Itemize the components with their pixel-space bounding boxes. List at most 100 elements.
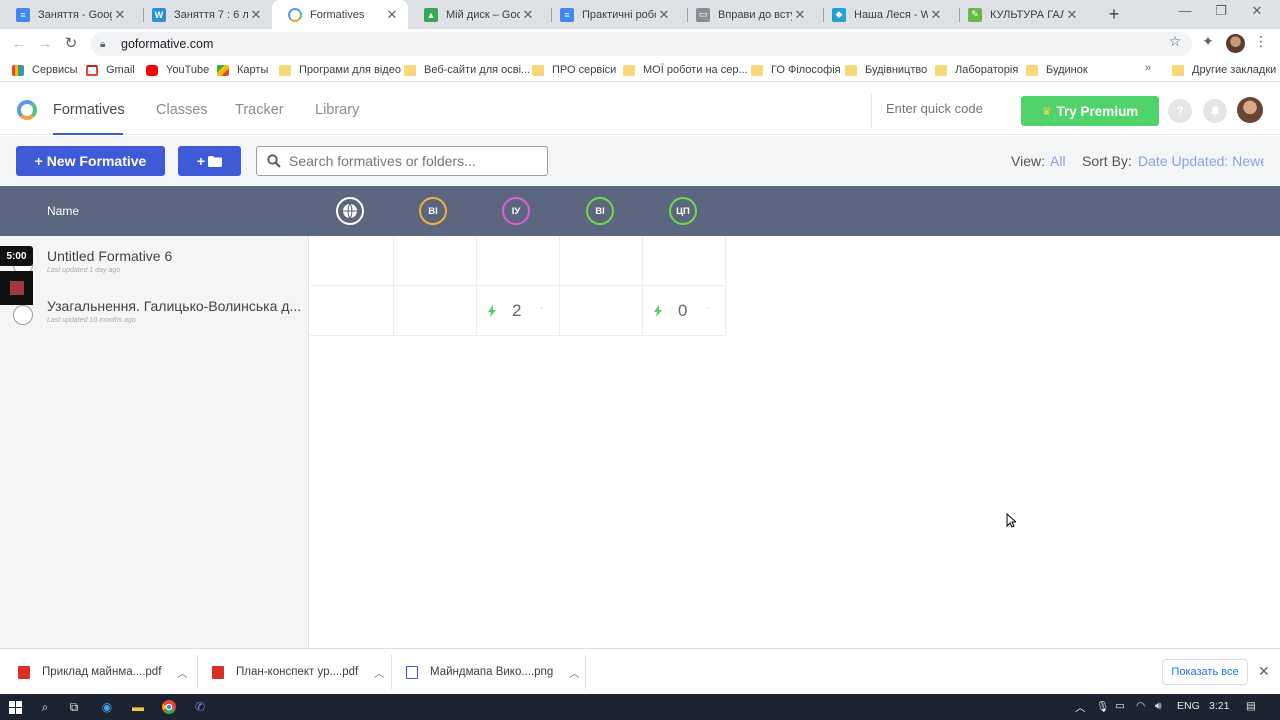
bookmark-folder[interactable]: ГО Філософія: [751, 62, 841, 78]
class-badge[interactable]: ІУ: [502, 197, 530, 225]
chevron-up-icon[interactable]: ︿: [569, 665, 579, 680]
globe-icon[interactable]: [336, 197, 364, 225]
show-all-downloads-button[interactable]: Показать все: [1162, 659, 1248, 685]
bookmark-folder[interactable]: Програми для відео: [279, 62, 401, 78]
notification-center-icon[interactable]: ▤: [1246, 700, 1256, 712]
reload-icon[interactable]: ↻: [60, 33, 82, 55]
formative-title[interactable]: Untitled Formative 6: [47, 248, 305, 264]
search-input[interactable]: [289, 153, 539, 169]
download-item[interactable]: Приклад майнма....pdf ︿: [18, 649, 187, 695]
window-close-icon[interactable]: ✕: [1242, 3, 1272, 19]
stop-recording-button[interactable]: [0, 271, 33, 305]
grid-cell[interactable]: [642, 236, 726, 286]
tab-google-drive[interactable]: ▲ Мій диск – Google ✕: [408, 0, 544, 29]
select-radio[interactable]: [13, 305, 33, 325]
bookmark-gmail[interactable]: Gmail: [86, 62, 135, 78]
tab-google-docs[interactable]: ≡ Заняття - Google Д ✕: [0, 0, 136, 29]
bookmark-folder[interactable]: Веб-сайти для осві...: [404, 62, 530, 78]
nav-tracker[interactable]: Tracker: [235, 86, 284, 135]
restore-icon[interactable]: ❐: [1206, 3, 1236, 19]
volume-icon[interactable]: 🔊︎: [1155, 700, 1162, 713]
tray-chevron-icon[interactable]: ︿: [1075, 700, 1086, 715]
battery-icon[interactable]: ▭: [1115, 700, 1125, 712]
tab-wordwall-lesson[interactable]: W Заняття 7 : 6 лютог ✕: [136, 0, 272, 29]
back-arrow-icon[interactable]: ←: [8, 33, 30, 55]
help-icon[interactable]: ?: [1168, 99, 1192, 123]
formative-logo-icon[interactable]: [17, 100, 37, 120]
sort-dropdown[interactable]: Date Updated: Newe: [1138, 153, 1264, 169]
close-shelf-icon[interactable]: ✕: [1258, 663, 1270, 680]
file-explorer-icon[interactable]: ▬: [130, 699, 146, 715]
search-box[interactable]: [256, 146, 548, 176]
close-icon[interactable]: ✕: [1064, 7, 1080, 23]
nav-library[interactable]: Library: [315, 86, 359, 135]
grid-cell[interactable]: 2 -: [476, 286, 560, 336]
table-row[interactable]: Узагальнення. Галицько-Волинська д... La…: [0, 286, 309, 336]
close-icon[interactable]: ✕: [928, 7, 944, 23]
download-item[interactable]: Майндмапа Вико....png ︿: [406, 649, 579, 695]
close-icon[interactable]: ✕: [384, 7, 400, 23]
new-formative-button[interactable]: + New Formative: [16, 146, 165, 176]
quick-code-input[interactable]: [886, 101, 1006, 116]
user-avatar[interactable]: [1237, 97, 1263, 123]
star-bookmark-icon[interactable]: ☆: [1164, 33, 1186, 50]
tab-exercises[interactable]: ▭ Вправи до вступн ✕: [680, 0, 816, 29]
grid-cell[interactable]: [393, 236, 477, 286]
other-bookmarks[interactable]: Другие закладки: [1172, 62, 1276, 78]
tab-formatives[interactable]: Formatives ✕: [272, 0, 408, 30]
grid-cell[interactable]: 0 -: [642, 286, 726, 336]
close-icon[interactable]: ✕: [656, 7, 672, 23]
tab-learningapps[interactable]: ✎ КУЛЬТУРА ГАЛИЦ ✕: [952, 0, 1088, 29]
grid-cell[interactable]: [310, 286, 394, 336]
tab-practical-works[interactable]: ≡ Практичні роботи ✕: [544, 0, 680, 29]
wifi-icon[interactable]: ◠: [1136, 700, 1145, 712]
grid-cell[interactable]: [559, 236, 643, 286]
nav-classes[interactable]: Classes: [156, 86, 208, 135]
new-folder-button[interactable]: +: [178, 146, 241, 176]
extensions-puzzle-icon[interactable]: ✦: [1197, 33, 1219, 50]
try-premium-button[interactable]: ♛ Try Premium: [1021, 96, 1159, 126]
close-icon[interactable]: ✕: [792, 7, 808, 23]
search-icon[interactable]: ⌕: [37, 699, 53, 715]
viber-icon[interactable]: ✆: [192, 699, 208, 715]
formative-title[interactable]: Узагальнення. Галицько-Волинська д...: [47, 298, 305, 314]
windows-start-icon[interactable]: [7, 699, 23, 715]
bookmark-youtube[interactable]: YouTube: [146, 62, 209, 78]
bookmark-maps[interactable]: Карты: [217, 62, 268, 78]
name-column-header[interactable]: Name: [47, 204, 79, 218]
class-badge[interactable]: ВІ: [419, 197, 447, 225]
close-icon[interactable]: ✕: [520, 7, 536, 23]
close-icon[interactable]: ✕: [112, 7, 128, 23]
grid-cell[interactable]: [393, 286, 477, 336]
grid-cell[interactable]: [310, 236, 394, 286]
bookmark-folder[interactable]: Лабораторія: [935, 62, 1018, 78]
chevron-up-icon[interactable]: ︿: [177, 665, 187, 680]
bookmark-services[interactable]: Сервисы: [12, 62, 78, 78]
bookmark-folder[interactable]: Будинок: [1026, 62, 1088, 78]
view-filter-dropdown[interactable]: All: [1050, 153, 1066, 169]
bookmark-folder[interactable]: МОЇ роботи на сер...: [623, 62, 748, 78]
grid-cell[interactable]: [559, 286, 643, 336]
edge-icon[interactable]: ◉: [99, 699, 115, 715]
task-view-icon[interactable]: ⧉: [66, 699, 82, 715]
close-icon[interactable]: ✕: [248, 7, 264, 23]
clock[interactable]: 3:21: [1209, 700, 1229, 712]
menu-kebab-icon[interactable]: ⋮: [1250, 33, 1272, 50]
chrome-icon[interactable]: [161, 699, 177, 715]
tab-wordwall[interactable]: ◆ Наша Леся - Word ✕: [816, 0, 952, 29]
more-bookmarks-chevron[interactable]: »: [1145, 62, 1151, 74]
chevron-up-icon[interactable]: ︿: [374, 665, 384, 680]
forward-arrow-icon[interactable]: →: [34, 33, 56, 55]
download-item[interactable]: План-конспект ур....pdf ︿: [212, 649, 384, 695]
bookmark-folder[interactable]: ПРО сервіси: [532, 62, 616, 78]
nav-formatives[interactable]: Formatives: [45, 86, 133, 135]
profile-avatar[interactable]: [1226, 34, 1245, 53]
grid-cell[interactable]: [476, 236, 560, 286]
class-badge[interactable]: ЦП: [669, 197, 697, 225]
language-indicator[interactable]: ENG: [1177, 700, 1200, 712]
class-badge[interactable]: ВІ: [586, 197, 614, 225]
address-bar[interactable]: 🔒︎ goformative.com: [90, 32, 1192, 56]
new-tab-button[interactable]: +: [1104, 4, 1124, 24]
microphone-icon[interactable]: 🎙︎: [1096, 700, 1109, 713]
notification-bell-icon[interactable]: [1203, 99, 1227, 123]
